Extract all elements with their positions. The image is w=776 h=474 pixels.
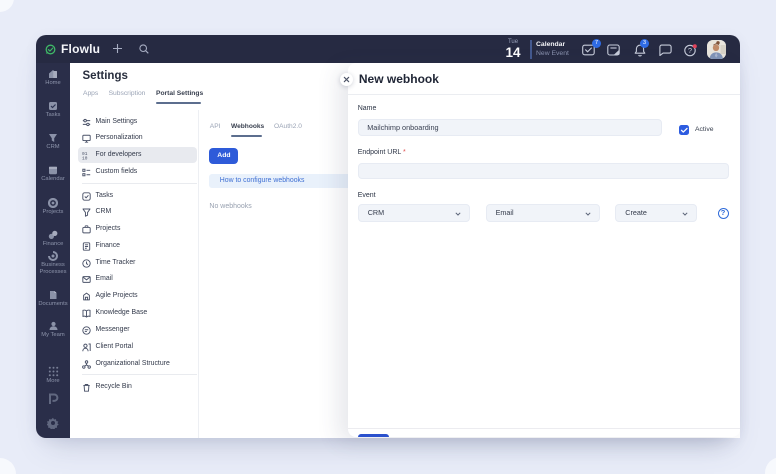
- svg-text:?: ?: [688, 46, 692, 55]
- svg-text:10: 10: [82, 156, 88, 160]
